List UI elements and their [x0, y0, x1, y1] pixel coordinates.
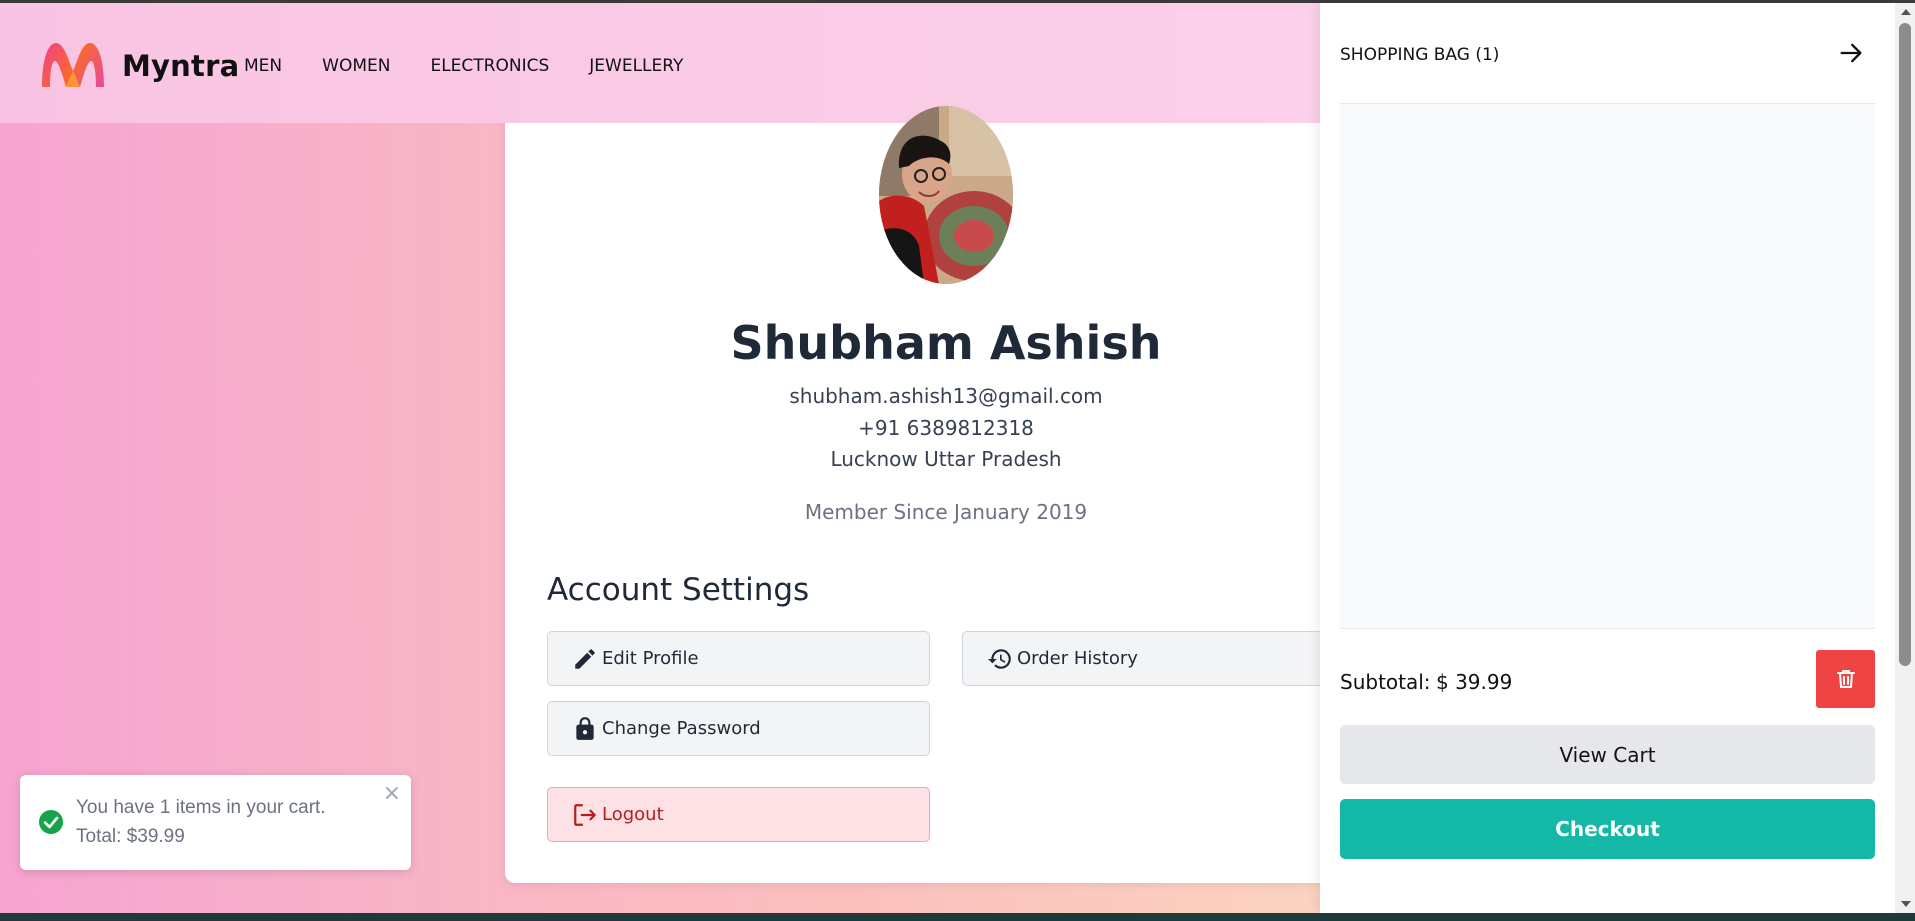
site-header: Myntra MEN WOMEN ELECTRONICS JEWELLERY: [0, 3, 1320, 123]
trash-icon: [1836, 670, 1855, 688]
main-nav: MEN WOMEN ELECTRONICS JEWELLERY: [244, 56, 723, 76]
scroll-up-icon[interactable]: [1901, 9, 1911, 15]
toast-total: Total: $39.99: [76, 826, 185, 847]
profile-email: shubham.ashish13@gmail.com: [789, 384, 1103, 408]
account-settings-title: Account Settings: [547, 572, 810, 608]
cart-items-area: [1340, 104, 1875, 629]
checkout-button[interactable]: Checkout: [1340, 799, 1875, 859]
profile-name: Shubham Ashish: [730, 316, 1162, 370]
shopping-bag-drawer: SHOPPING BAG (1) Subtotal: $ 39.99 View …: [1320, 3, 1895, 913]
nav-jewellery[interactable]: JEWELLERY: [589, 56, 683, 76]
logout-label: Logout: [602, 804, 664, 825]
shopping-bag-title: SHOPPING BAG (1): [1340, 45, 1500, 65]
scroll-thumb[interactable]: [1899, 23, 1911, 666]
logout-button[interactable]: Logout: [547, 787, 930, 842]
close-icon[interactable]: ×: [383, 783, 401, 805]
nav-men[interactable]: MEN: [244, 56, 282, 76]
scroll-down-icon[interactable]: [1901, 901, 1911, 907]
cart-toast: You have 1 items in your cart. Total: $3…: [20, 775, 411, 870]
check-circle-icon: [39, 810, 63, 834]
subtotal-value: $ 39.99: [1436, 670, 1513, 694]
change-password-label: Change Password: [602, 718, 761, 739]
window-top-border: [0, 0, 1915, 3]
order-history-button[interactable]: Order History: [962, 631, 1382, 686]
avatar-photo: [879, 106, 1013, 284]
profile-phone: +91 6389812318: [858, 416, 1034, 440]
edit-profile-button[interactable]: Edit Profile: [547, 631, 930, 686]
clear-cart-button[interactable]: [1816, 650, 1875, 708]
myntra-logo[interactable]: [38, 39, 108, 89]
nav-electronics[interactable]: ELECTRONICS: [430, 56, 549, 76]
view-cart-button[interactable]: View Cart: [1340, 725, 1875, 784]
nav-women[interactable]: WOMEN: [322, 56, 390, 76]
profile-location: Lucknow Uttar Pradesh: [830, 447, 1062, 471]
lock-icon: [572, 716, 598, 742]
pencil-icon: [572, 646, 598, 672]
history-icon: [987, 646, 1013, 672]
change-password-button[interactable]: Change Password: [547, 701, 930, 756]
logout-icon: [572, 802, 598, 828]
arrow-right-icon[interactable]: [1837, 39, 1865, 67]
toast-message: You have 1 items in your cart.: [76, 797, 326, 818]
brand-name[interactable]: Myntra: [122, 49, 239, 83]
scrollbar[interactable]: [1895, 3, 1915, 913]
avatar: [879, 106, 1013, 284]
window-bottom-border: [0, 913, 1915, 921]
order-history-label: Order History: [1017, 648, 1138, 669]
subtotal-label: Subtotal:: [1340, 670, 1431, 694]
member-since: Member Since January 2019: [804, 500, 1088, 524]
edit-profile-label: Edit Profile: [602, 648, 699, 669]
